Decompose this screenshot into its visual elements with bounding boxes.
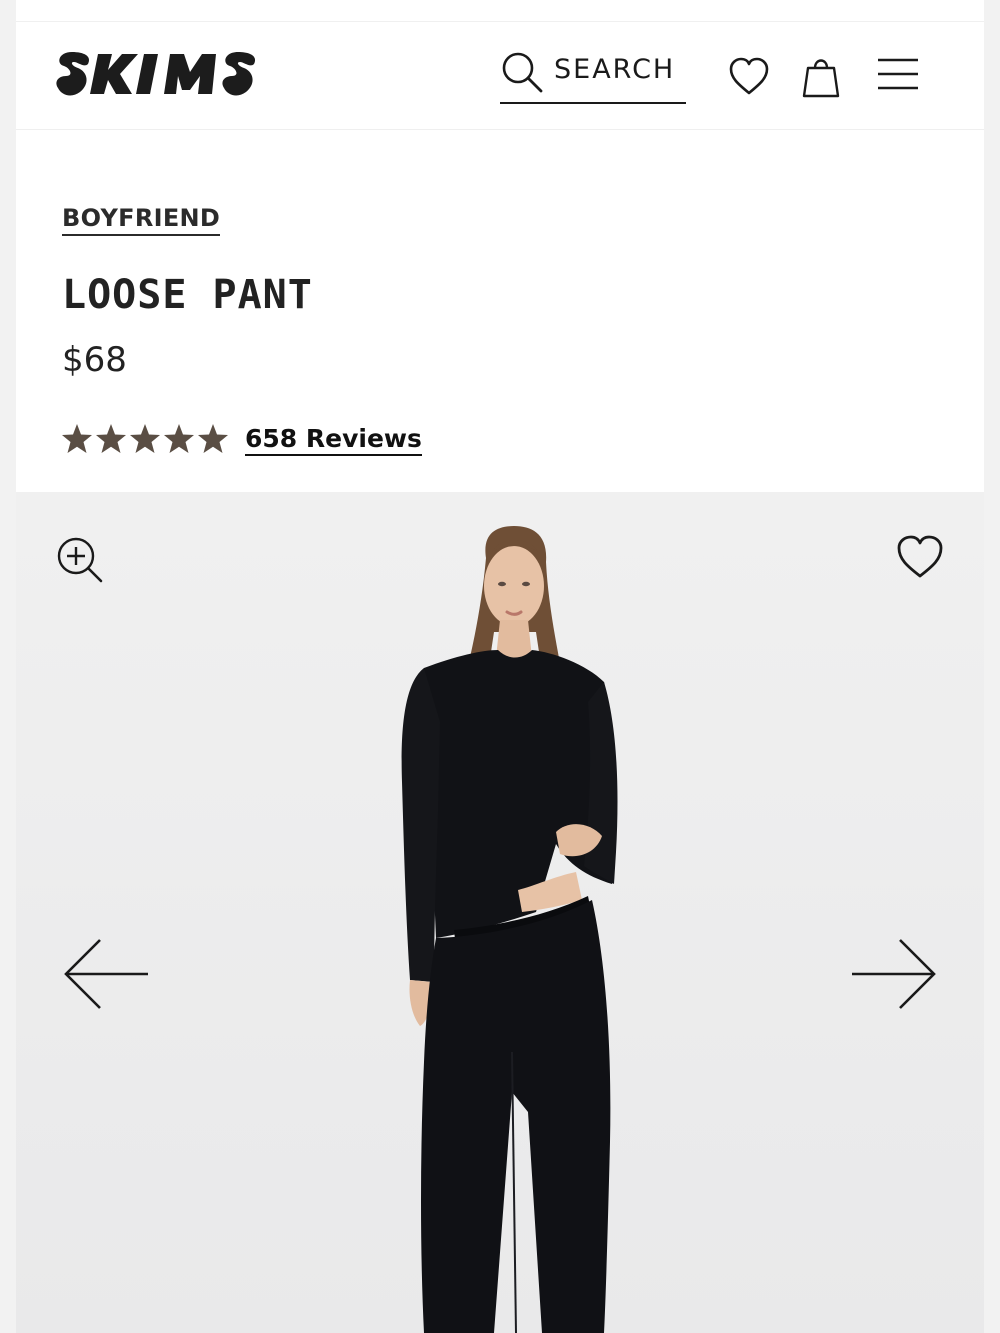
product-gallery [16, 492, 984, 1333]
star-rating[interactable] [60, 422, 230, 456]
star-icon [198, 424, 228, 453]
search-label: SEARCH [554, 54, 676, 85]
shopping-bag-icon[interactable] [800, 54, 842, 98]
star-icon [62, 424, 92, 453]
product-page: SEARCH BOYFRIEND LOOSE PANT $68 658 Revi… [16, 0, 984, 1333]
wishlist-heart-icon[interactable] [728, 56, 770, 98]
star-icon [130, 424, 160, 453]
top-strip [16, 0, 984, 22]
collection-link[interactable]: BOYFRIEND [62, 204, 221, 236]
arrow-right-icon[interactable] [848, 936, 938, 1012]
product-info: BOYFRIEND LOOSE PANT $68 658 Reviews [16, 130, 984, 492]
product-price: $68 [62, 340, 127, 380]
search-icon [502, 52, 543, 93]
hamburger-menu-icon[interactable] [876, 56, 920, 92]
site-header: SEARCH [16, 22, 984, 130]
star-icon [96, 424, 126, 453]
search-bar[interactable]: SEARCH [500, 48, 686, 104]
product-title: LOOSE PANT [62, 272, 313, 318]
zoom-in-icon[interactable] [56, 536, 104, 584]
reviews-link[interactable]: 658 Reviews [245, 424, 422, 456]
product-photo [16, 492, 984, 1333]
add-to-wishlist-heart-icon[interactable] [896, 534, 944, 580]
arrow-left-icon[interactable] [62, 936, 152, 1012]
skims-logo[interactable] [52, 48, 272, 100]
star-icon [164, 424, 194, 453]
page-frame: SEARCH BOYFRIEND LOOSE PANT $68 658 Revi… [0, 0, 1000, 1333]
